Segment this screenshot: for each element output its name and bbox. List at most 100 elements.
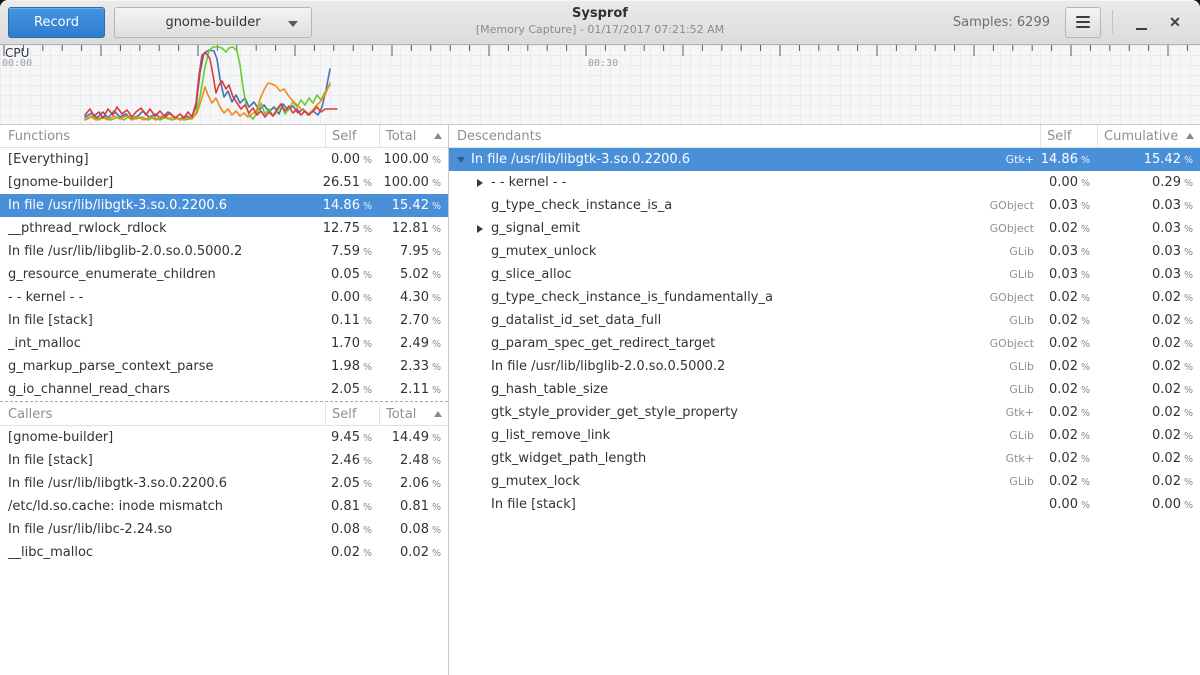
expander-closed-icon[interactable] (477, 225, 483, 233)
table-row[interactable]: [Everything]0.00%100.00% (0, 148, 448, 171)
percent-cell: 14.86% (325, 198, 379, 213)
process-selector-dropdown[interactable]: gnome-builder (114, 7, 312, 38)
function-name: In file [stack] (0, 453, 325, 468)
function-name: g_io_channel_read_chars (0, 382, 325, 397)
menu-button[interactable] (1065, 7, 1101, 38)
cpu-graph[interactable]: CPU 00:00 00:30 (0, 45, 1200, 125)
library-category-badge: GLib (1009, 268, 1040, 281)
time-label-mid: 00:30 (588, 58, 618, 69)
descendant-name: g_slice_allocGLib (449, 267, 1040, 282)
library-category-badge: Gtk+ (1006, 406, 1040, 419)
table-row[interactable]: __libc_malloc0.02%0.02% (0, 541, 448, 564)
expander-closed-icon[interactable] (477, 179, 483, 187)
table-row[interactable]: g_datalist_id_set_data_fullGLib0.02%0.02… (449, 309, 1200, 332)
descendant-name: gtk_widget_path_lengthGtk+ (449, 451, 1040, 466)
table-row[interactable]: g_mutex_lockGLib0.02%0.02% (449, 470, 1200, 493)
percent-cell: 0.02% (379, 545, 448, 560)
expander-open-icon[interactable] (457, 157, 465, 163)
percent-cell: 0.08% (325, 522, 379, 537)
function-name: In file /usr/lib/libc-2.24.so (0, 522, 325, 537)
library-category-badge: GLib (1009, 429, 1040, 442)
percent-cell: 0.02% (1097, 405, 1200, 420)
percent-cell: 12.81% (379, 221, 448, 236)
table-row[interactable]: g_signal_emitGObject0.02%0.03% (449, 217, 1200, 240)
callers-table-header: Callers Self Total (0, 403, 448, 426)
table-row[interactable]: In file /usr/lib/libglib-2.0.so.0.5000.2… (0, 240, 448, 263)
function-name: /etc/ld.so.cache: inode mismatch (0, 499, 325, 514)
table-row[interactable]: In file /usr/lib/libglib-2.0.so.0.5000.2… (449, 355, 1200, 378)
table-row[interactable]: - - kernel - -0.00%0.29% (449, 171, 1200, 194)
table-row[interactable]: /etc/ld.so.cache: inode mismatch0.81%0.8… (0, 495, 448, 518)
descendant-name: g_mutex_unlockGLib (449, 244, 1040, 259)
table-row[interactable]: In file [stack]0.00%0.00% (449, 493, 1200, 516)
table-row[interactable]: [gnome-builder]26.51%100.00% (0, 171, 448, 194)
table-row[interactable]: g_slice_allocGLib0.03%0.03% (449, 263, 1200, 286)
column-header-functions-self[interactable]: Self (325, 125, 379, 147)
table-row[interactable]: __pthread_rwlock_rdlock12.75%12.81% (0, 217, 448, 240)
table-row[interactable]: gtk_style_provider_get_style_propertyGtk… (449, 401, 1200, 424)
table-row[interactable]: gtk_widget_path_lengthGtk+0.02%0.02% (449, 447, 1200, 470)
percent-cell: 0.02% (1040, 382, 1097, 397)
percent-cell: 0.02% (1097, 290, 1200, 305)
percent-cell: 0.02% (1097, 313, 1200, 328)
percent-cell: 2.11% (379, 382, 448, 397)
column-header-callers[interactable]: Callers (0, 407, 325, 422)
table-row[interactable]: g_mutex_unlockGLib0.03%0.03% (449, 240, 1200, 263)
column-header-descendants[interactable]: Descendants (449, 129, 1040, 144)
library-category-badge: GLib (1009, 314, 1040, 327)
column-header-callers-total[interactable]: Total (379, 403, 448, 425)
table-row[interactable]: g_hash_table_sizeGLib0.02%0.02% (449, 378, 1200, 401)
table-row[interactable]: In file /usr/lib/libgtk-3.so.0.2200.6Gtk… (449, 148, 1200, 171)
table-row[interactable]: g_resource_enumerate_children0.05%5.02% (0, 263, 448, 286)
table-row[interactable]: [gnome-builder]9.45%14.49% (0, 426, 448, 449)
column-header-descendants-cumulative[interactable]: Cumulative (1097, 125, 1200, 147)
column-header-functions-total[interactable]: Total (379, 125, 448, 147)
percent-cell: 0.02% (1040, 221, 1097, 236)
percent-cell: 2.05% (325, 382, 379, 397)
percent-cell: 2.46% (325, 453, 379, 468)
close-button[interactable]: ✕ (1158, 5, 1192, 39)
function-name: - - kernel - - (0, 290, 325, 305)
table-row[interactable]: In file [stack]0.11%2.70% (0, 309, 448, 332)
chevron-down-icon (288, 21, 298, 27)
table-row[interactable]: _int_malloc1.70%2.49% (0, 332, 448, 355)
headerbar: Record gnome-builder Sysprof [Memory Cap… (0, 0, 1200, 45)
right-pane: Descendants Self Cumulative In file /usr… (449, 125, 1200, 675)
library-category-badge: GObject (990, 222, 1040, 235)
functions-table-header: Functions Self Total (0, 125, 448, 148)
column-header-callers-self[interactable]: Self (325, 403, 379, 425)
column-header-functions[interactable]: Functions (0, 129, 325, 144)
library-category-badge: Gtk+ (1006, 452, 1040, 465)
cpu-green-line (85, 47, 330, 120)
table-row[interactable]: g_type_check_instance_is_aGObject0.03%0.… (449, 194, 1200, 217)
record-button[interactable]: Record (8, 7, 105, 38)
percent-cell: 0.02% (1097, 382, 1200, 397)
table-row[interactable]: - - kernel - -0.00%4.30% (0, 286, 448, 309)
function-name: g_resource_enumerate_children (0, 267, 325, 282)
table-row[interactable]: In file /usr/lib/libgtk-3.so.0.2200.614.… (0, 194, 448, 217)
descendant-name: g_signal_emitGObject (449, 221, 1040, 236)
table-row[interactable]: g_list_remove_linkGLib0.02%0.02% (449, 424, 1200, 447)
table-row[interactable]: g_io_channel_read_chars2.05%2.11% (0, 378, 448, 401)
column-header-descendants-self[interactable]: Self (1040, 125, 1097, 147)
percent-cell: 15.42% (379, 198, 448, 213)
library-category-badge: Gtk+ (1006, 153, 1040, 166)
percent-cell: 0.29% (1097, 175, 1200, 190)
time-label-start: 00:00 (2, 58, 32, 69)
close-icon: ✕ (1169, 15, 1181, 29)
table-row[interactable]: g_markup_parse_context_parse1.98%2.33% (0, 355, 448, 378)
samples-count: Samples: 6299 (953, 15, 1050, 30)
descendant-name: In file /usr/lib/libglib-2.0.so.0.5000.2… (449, 359, 1040, 374)
library-category-badge: GLib (1009, 245, 1040, 258)
sort-indicator-icon (434, 133, 442, 139)
percent-cell: 2.70% (379, 313, 448, 328)
table-row[interactable]: In file [stack]2.46%2.48% (0, 449, 448, 472)
table-row[interactable]: g_param_spec_get_redirect_targetGObject0… (449, 332, 1200, 355)
table-row[interactable]: In file /usr/lib/libc-2.24.so0.08%0.08% (0, 518, 448, 541)
percent-cell: 0.00% (325, 152, 379, 167)
minimize-button[interactable] (1124, 5, 1158, 39)
function-name: In file /usr/lib/libglib-2.0.so.0.5000.2 (0, 244, 325, 259)
table-row[interactable]: In file /usr/lib/libgtk-3.so.0.2200.62.0… (0, 472, 448, 495)
table-row[interactable]: g_type_check_instance_is_fundamentally_a… (449, 286, 1200, 309)
sort-indicator-icon (434, 411, 442, 417)
